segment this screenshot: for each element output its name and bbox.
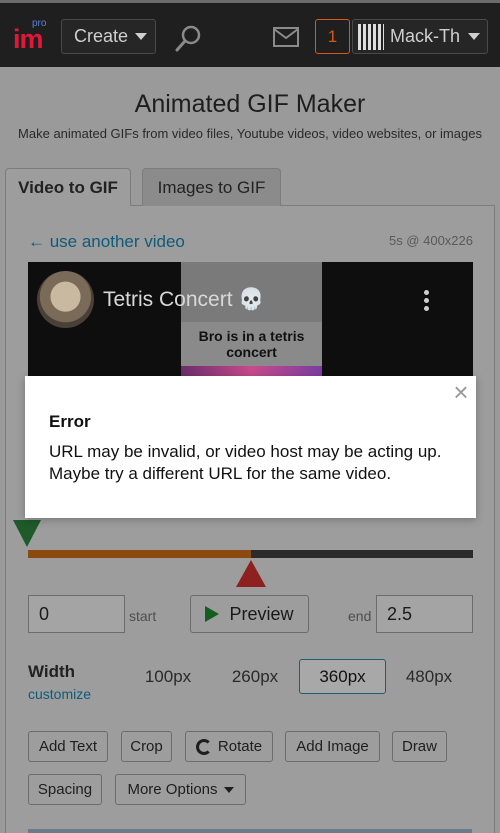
start-time-input[interactable]: 0 xyxy=(28,595,125,633)
use-another-video-link[interactable]: ← use another video xyxy=(28,232,185,252)
width-option-260[interactable]: 260px xyxy=(221,659,289,694)
trim-start-handle[interactable] xyxy=(13,520,41,547)
tab-video-to-gif[interactable]: Video to GIF xyxy=(5,168,131,206)
width-option-100[interactable]: 100px xyxy=(134,659,202,694)
top-navbar: im pro Create 1 Mack-The xyxy=(0,0,500,67)
mail-icon[interactable] xyxy=(273,27,299,47)
channel-avatar[interactable] xyxy=(37,271,94,328)
username-label: Mack-The xyxy=(390,26,460,46)
crop-button[interactable]: Crop xyxy=(121,731,172,762)
next-section-edge xyxy=(28,829,472,833)
draw-button[interactable]: Draw xyxy=(392,731,447,762)
notification-count-button[interactable]: 1 xyxy=(315,19,350,54)
avatar xyxy=(358,23,384,50)
create-menu-label: Create xyxy=(74,26,129,46)
trim-track[interactable] xyxy=(28,550,473,558)
rotate-label: Rotate xyxy=(217,738,263,755)
video-title: Tetris Concert 💀 xyxy=(103,288,265,311)
play-icon xyxy=(205,606,220,622)
close-icon[interactable]: × xyxy=(451,379,471,405)
error-dialog: × Error URL may be invalid, or video hos… xyxy=(25,376,476,518)
chevron-down-icon xyxy=(468,33,480,40)
end-label: end xyxy=(348,608,372,624)
width-option-480[interactable]: 480px xyxy=(395,659,463,694)
spacing-button[interactable]: Spacing xyxy=(28,774,102,805)
search-icon[interactable] xyxy=(175,24,203,52)
user-menu-button[interactable]: Mack-The xyxy=(352,19,488,54)
more-options-label: More Options xyxy=(127,781,218,798)
rotate-icon xyxy=(195,738,212,755)
width-option-360[interactable]: 360px xyxy=(299,659,386,694)
add-image-button[interactable]: Add Image xyxy=(285,731,380,762)
width-label: Width xyxy=(28,662,76,681)
video-meta-info: 5s @ 400x226 xyxy=(388,233,473,248)
page-title: Animated GIF Maker xyxy=(134,90,366,118)
more-options-button[interactable]: More Options xyxy=(115,774,246,805)
start-label: start xyxy=(129,608,157,624)
trim-end-handle[interactable] xyxy=(236,560,266,587)
logo-sub-text: pro xyxy=(32,18,47,29)
video-player[interactable]: Bro is in a tetris concert Tetris Concer… xyxy=(28,262,473,376)
trim-selected-range xyxy=(28,550,251,558)
add-text-button[interactable]: Add Text xyxy=(28,731,108,762)
site-logo[interactable]: im pro xyxy=(13,18,49,54)
dialog-message: URL may be invalid, or video host may be… xyxy=(49,442,442,483)
chevron-down-icon xyxy=(135,33,148,40)
preview-button[interactable]: Preview xyxy=(190,595,309,633)
dialog-title: Error xyxy=(49,412,91,431)
customize-width-link[interactable]: customize xyxy=(28,686,91,702)
chevron-down-icon xyxy=(223,786,234,793)
create-menu-button[interactable]: Create xyxy=(61,19,156,54)
end-time-input[interactable]: 2.5 xyxy=(376,595,473,633)
thumbnail-caption: Bro is in a tetris concert xyxy=(198,328,305,360)
page-subtitle: Make animated GIFs from video files, You… xyxy=(18,126,482,141)
preview-label: Preview xyxy=(229,603,294,624)
more-vertical-icon[interactable] xyxy=(424,290,430,312)
thumbnail-strip xyxy=(181,366,322,376)
tab-images-to-gif[interactable]: Images to GIF xyxy=(142,168,281,206)
rotate-button[interactable]: Rotate xyxy=(185,731,273,762)
